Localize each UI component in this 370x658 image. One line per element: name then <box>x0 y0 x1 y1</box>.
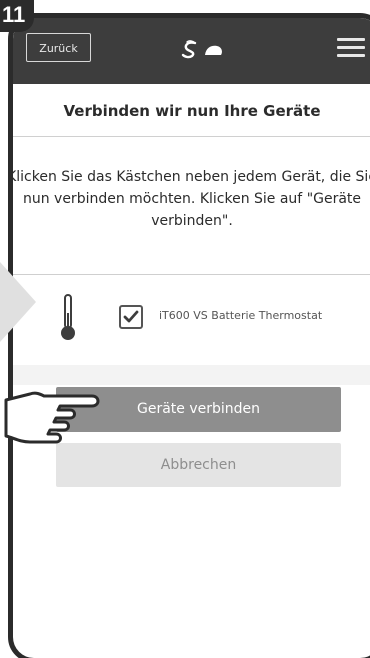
thermometer-icon <box>61 294 75 340</box>
device-list-item[interactable]: iT600 VS Batterie Thermostat <box>13 274 370 366</box>
checkmark-icon <box>123 310 139 323</box>
pointing-hand-icon <box>4 391 100 444</box>
separator-band <box>13 365 370 385</box>
app-header: Zurück <box>13 18 370 84</box>
back-button[interactable]: Zurück <box>26 33 91 62</box>
device-checkbox[interactable] <box>119 305 143 329</box>
pointer-arrow-icon <box>0 262 36 342</box>
phone-frame: Zurück Verbinden wir nun Ihre Geräte Kli… <box>8 13 370 658</box>
device-label: iT600 VS Batterie Thermostat <box>159 309 323 322</box>
salus-logo-icon <box>181 40 222 59</box>
cancel-button[interactable]: Abbrechen <box>56 443 341 487</box>
hamburger-menu-icon[interactable] <box>337 38 365 58</box>
title-divider <box>13 136 370 137</box>
tutorial-canvas: 11 Zurück Verbinden wir nun Ihre Geräte … <box>0 0 370 658</box>
step-number-badge: 11 <box>0 0 34 32</box>
instructions-text: Klicken Sie das Kästchen neben jedem Ger… <box>8 169 370 229</box>
page-title: Verbinden wir nun Ihre Geräte <box>63 102 321 120</box>
